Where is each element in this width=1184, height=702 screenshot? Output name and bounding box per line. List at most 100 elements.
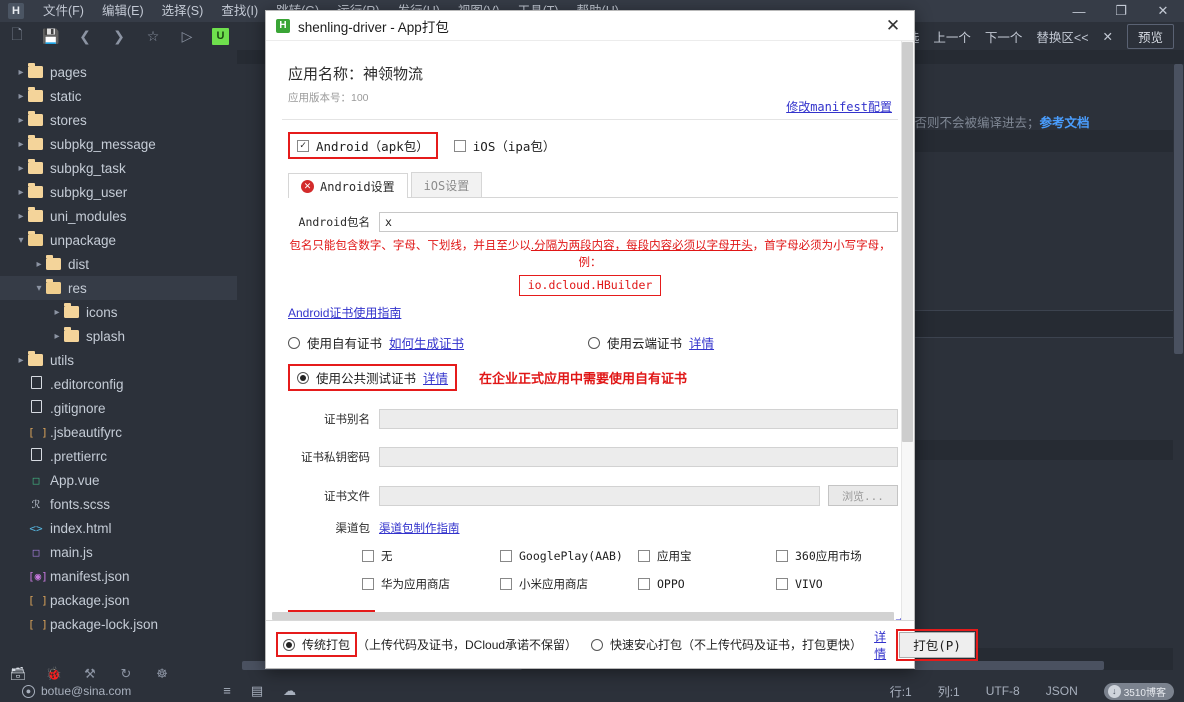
checkbox-channel-huawei[interactable]: 华为应用商店 <box>362 576 500 592</box>
js-file-icon: □ <box>32 545 40 559</box>
tree-file-package-lock.json[interactable]: [ ] package-lock.json <box>0 612 237 636</box>
terminal-icon[interactable]: ▤ <box>251 683 263 699</box>
channel-package-row: 渠道包 渠道包制作指南 <box>266 520 914 536</box>
tree-folder-subpkg_message[interactable]: ▸ subpkg_message <box>0 132 237 156</box>
checkbox-channel-yingyongbao[interactable]: 应用宝 <box>638 548 776 564</box>
new-file-icon[interactable]: 🗋 <box>0 24 34 48</box>
encoding[interactable]: UTF-8 <box>986 684 1020 698</box>
pack-button[interactable]: 打包(P) <box>899 631 976 658</box>
tree-item-label: .prettierrc <box>50 448 108 464</box>
replace-zone[interactable]: 替换区<< <box>1036 27 1088 46</box>
save-icon[interactable]: 💾 <box>34 28 68 45</box>
tree-folder-unpackage[interactable]: ▾ unpackage <box>0 228 237 252</box>
tree-folder-splash[interactable]: ▸ splash <box>0 324 237 348</box>
tab-ios-settings[interactable]: iOS设置 <box>410 172 483 197</box>
account-status[interactable]: ● botue@sina.com <box>22 684 131 698</box>
tree-file-App.vue[interactable]: □ App.vue <box>0 468 237 492</box>
app-header: 应用名称：神领物流 应用版本号：100 <box>266 41 914 105</box>
radio-traditional-dot <box>283 638 295 651</box>
tree-folder-subpkg_task[interactable]: ▸ subpkg_task <box>0 156 237 180</box>
menu-item-select[interactable]: 选择(S) <box>153 0 213 22</box>
tree-item-label: .gitignore <box>50 400 106 416</box>
modify-manifest-link[interactable]: 修改manifest配置 <box>786 98 892 115</box>
checkbox-ios-ipa[interactable]: iOS（ipa包） <box>453 136 555 155</box>
checkbox-channel-vivo[interactable]: VIVO <box>776 576 914 592</box>
run-icon[interactable]: ▷ <box>170 28 204 45</box>
package-name-input[interactable]: x <box>379 212 898 232</box>
checkbox-channel-googleplay-label: GooglePlay(AAB) <box>519 549 623 564</box>
tree-file-.jsbeautifyrc[interactable]: [ ] .jsbeautifyrc <box>0 420 237 444</box>
find-close-icon[interactable]: ✕ <box>1103 29 1113 44</box>
menu-item-edit[interactable]: 编辑(E) <box>93 0 153 22</box>
tree-folder-subpkg_user[interactable]: ▸ subpkg_user <box>0 180 237 204</box>
menu-item-find[interactable]: 查找(I) <box>212 0 267 22</box>
checkbox-channel-360[interactable]: 360应用市场 <box>776 548 914 564</box>
cloud-icon[interactable]: ☁ <box>283 683 296 699</box>
checkbox-channel-oppo[interactable]: OPPO <box>638 576 776 592</box>
find-prev[interactable]: 上一个 <box>933 27 971 46</box>
checkbox-android-apk[interactable]: ✓ Android（apk包） <box>297 136 429 155</box>
menu-item-file[interactable]: 文件(F) <box>34 0 93 22</box>
radio-public-test-certificate[interactable]: 使用公共测试证书 详情 <box>297 368 448 387</box>
package-name-row: Android包名 x <box>266 212 914 232</box>
tree-file-main.js[interactable]: □ main.js <box>0 540 237 564</box>
tab-android-settings[interactable]: ✕ Android设置 <box>288 173 408 198</box>
chevron-down-icon: ▾ <box>18 234 24 246</box>
android-cert-guide-link[interactable]: Android证书使用指南 <box>288 304 401 321</box>
cert-password-input[interactable] <box>379 447 898 468</box>
close-icon[interactable]: ✕ <box>1142 0 1184 22</box>
tree-folder-uni_modules[interactable]: ▸ uni_modules <box>0 204 237 228</box>
reference-doc-link-1[interactable]: 参考文档 <box>1040 116 1090 130</box>
uniapp-icon[interactable]: U <box>212 27 229 45</box>
dialog-close-icon[interactable]: ✕ <box>878 13 908 39</box>
checkbox-channel-xiaomi[interactable]: 小米应用商店 <box>500 576 638 592</box>
checkbox-channel-none[interactable]: 无 <box>362 548 500 564</box>
radio-cloud-certificate[interactable]: 使用云端证书 详情 <box>588 333 714 352</box>
cert-file-input[interactable] <box>379 485 820 506</box>
checkbox-channel-googleplay[interactable]: GooglePlay(AAB) <box>500 548 638 564</box>
download-status[interactable]: ↓ 3510博客 <box>1103 682 1174 700</box>
dialog-horizontal-scrollbar[interactable] <box>272 612 894 620</box>
back-icon[interactable]: ❮ <box>68 28 102 45</box>
cloud-cert-detail-link[interactable]: 详情 <box>689 333 714 352</box>
maximize-icon[interactable]: ❐ <box>1100 0 1142 22</box>
tree-file-.prettierrc[interactable]: .prettierrc <box>0 444 237 468</box>
public-cert-detail-link[interactable]: 详情 <box>423 368 448 387</box>
cert-alias-input[interactable] <box>379 409 898 430</box>
browse-button[interactable]: 浏览... <box>828 485 898 507</box>
tree-folder-pages[interactable]: ▸ pages <box>0 60 237 84</box>
dialog-scrollbar-track[interactable] <box>901 41 914 620</box>
radio-fast-secure-package[interactable]: 快速安心打包（不上传代码及证书，打包更快） <box>591 636 862 653</box>
footer-detail-link[interactable]: 详情 <box>874 628 886 662</box>
how-to-generate-cert-link[interactable]: 如何生成证书 <box>389 333 464 352</box>
radio-own-certificate[interactable]: 使用自有证书 如何生成证书 <box>288 333 464 352</box>
outline-icon[interactable]: ≡ <box>223 683 231 699</box>
tree-folder-stores[interactable]: ▸ stores <box>0 108 237 132</box>
editor-horizontal-scrollbar-2[interactable] <box>914 661 1104 670</box>
editor-vertical-scrollbar[interactable] <box>1174 64 1183 354</box>
tree-folder-icons[interactable]: ▸ icons <box>0 300 237 324</box>
tree-folder-utils[interactable]: ▸ utils <box>0 348 237 372</box>
tree-file-manifest.json[interactable]: [◉] manifest.json <box>0 564 237 588</box>
radio-traditional-package[interactable]: 传统打包 <box>283 636 350 653</box>
tree-folder-static[interactable]: ▸ static <box>0 84 237 108</box>
json-file-icon: [ ] <box>28 593 48 607</box>
tree-file-.gitignore[interactable]: .gitignore <box>0 396 237 420</box>
tree-file-index.html[interactable]: <> index.html <box>0 516 237 540</box>
tree-file-.editorconfig[interactable]: .editorconfig <box>0 372 237 396</box>
language-mode[interactable]: JSON <box>1046 684 1078 698</box>
find-next[interactable]: 下一个 <box>985 27 1023 46</box>
preview-button[interactable]: 预览 <box>1126 23 1174 49</box>
tree-file-package.json[interactable]: [ ] package.json <box>0 588 237 612</box>
channel-guide-link[interactable]: 渠道包制作指南 <box>379 520 460 536</box>
tree-folder-dist[interactable]: ▸ dist <box>0 252 237 276</box>
forward-icon[interactable]: ❯ <box>102 28 136 45</box>
star-icon[interactable]: ☆ <box>136 28 170 45</box>
dialog-scrollbar-thumb[interactable] <box>902 42 913 442</box>
tree-folder-res[interactable]: ▾ res <box>0 276 237 300</box>
tree-file-fonts.scss[interactable]: ℛfonts.scss <box>0 492 237 516</box>
tree-item-label: subpkg_message <box>50 136 156 152</box>
file-explorer[interactable]: ▸ pages ▸ static ▸ stores ▸ subpkg_message ▸ subp… <box>0 50 237 672</box>
app-package-dialog: H shenling-driver - App打包 ✕ 应用名称：神领物流 应用… <box>265 10 979 669</box>
minimize-icon[interactable]: — <box>1058 0 1100 22</box>
